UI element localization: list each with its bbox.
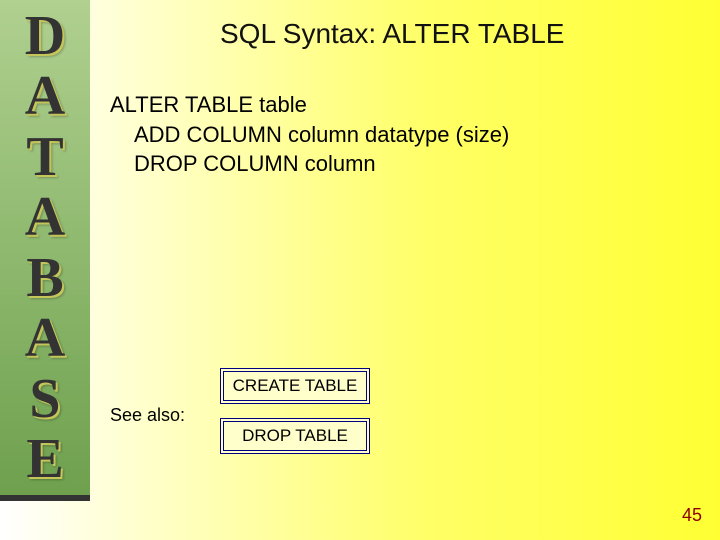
side-letter-b: B: [0, 250, 90, 306]
syntax-line-1: ALTER TABLE table: [110, 90, 509, 120]
drop-table-button[interactable]: DROP TABLE: [220, 418, 370, 454]
syntax-block: ALTER TABLE table ADD COLUMN column data…: [110, 90, 509, 179]
side-letter-a3: A: [0, 310, 90, 366]
page-number: 45: [682, 505, 702, 526]
side-letter-a1: A: [0, 68, 90, 124]
see-also-label: See also:: [110, 405, 185, 426]
sidebar-band: D A T A B A S E: [0, 0, 90, 495]
side-letter-s: S: [0, 371, 90, 427]
page-title: SQL Syntax: ALTER TABLE: [220, 18, 564, 50]
sidebar-underline: [0, 495, 90, 501]
content-area: SQL Syntax: ALTER TABLE ALTER TABLE tabl…: [100, 0, 720, 540]
side-letter-t: T: [0, 129, 90, 185]
side-letter-d: D: [0, 8, 90, 64]
side-letter-e: E: [0, 431, 90, 487]
side-letter-a2: A: [0, 189, 90, 245]
slide: D A T A B A S E SQL Syntax: ALTER TABLE …: [0, 0, 720, 540]
syntax-line-3: DROP COLUMN column: [110, 149, 509, 179]
create-table-button[interactable]: CREATE TABLE: [220, 368, 370, 404]
syntax-line-2: ADD COLUMN column datatype (size): [110, 120, 509, 150]
